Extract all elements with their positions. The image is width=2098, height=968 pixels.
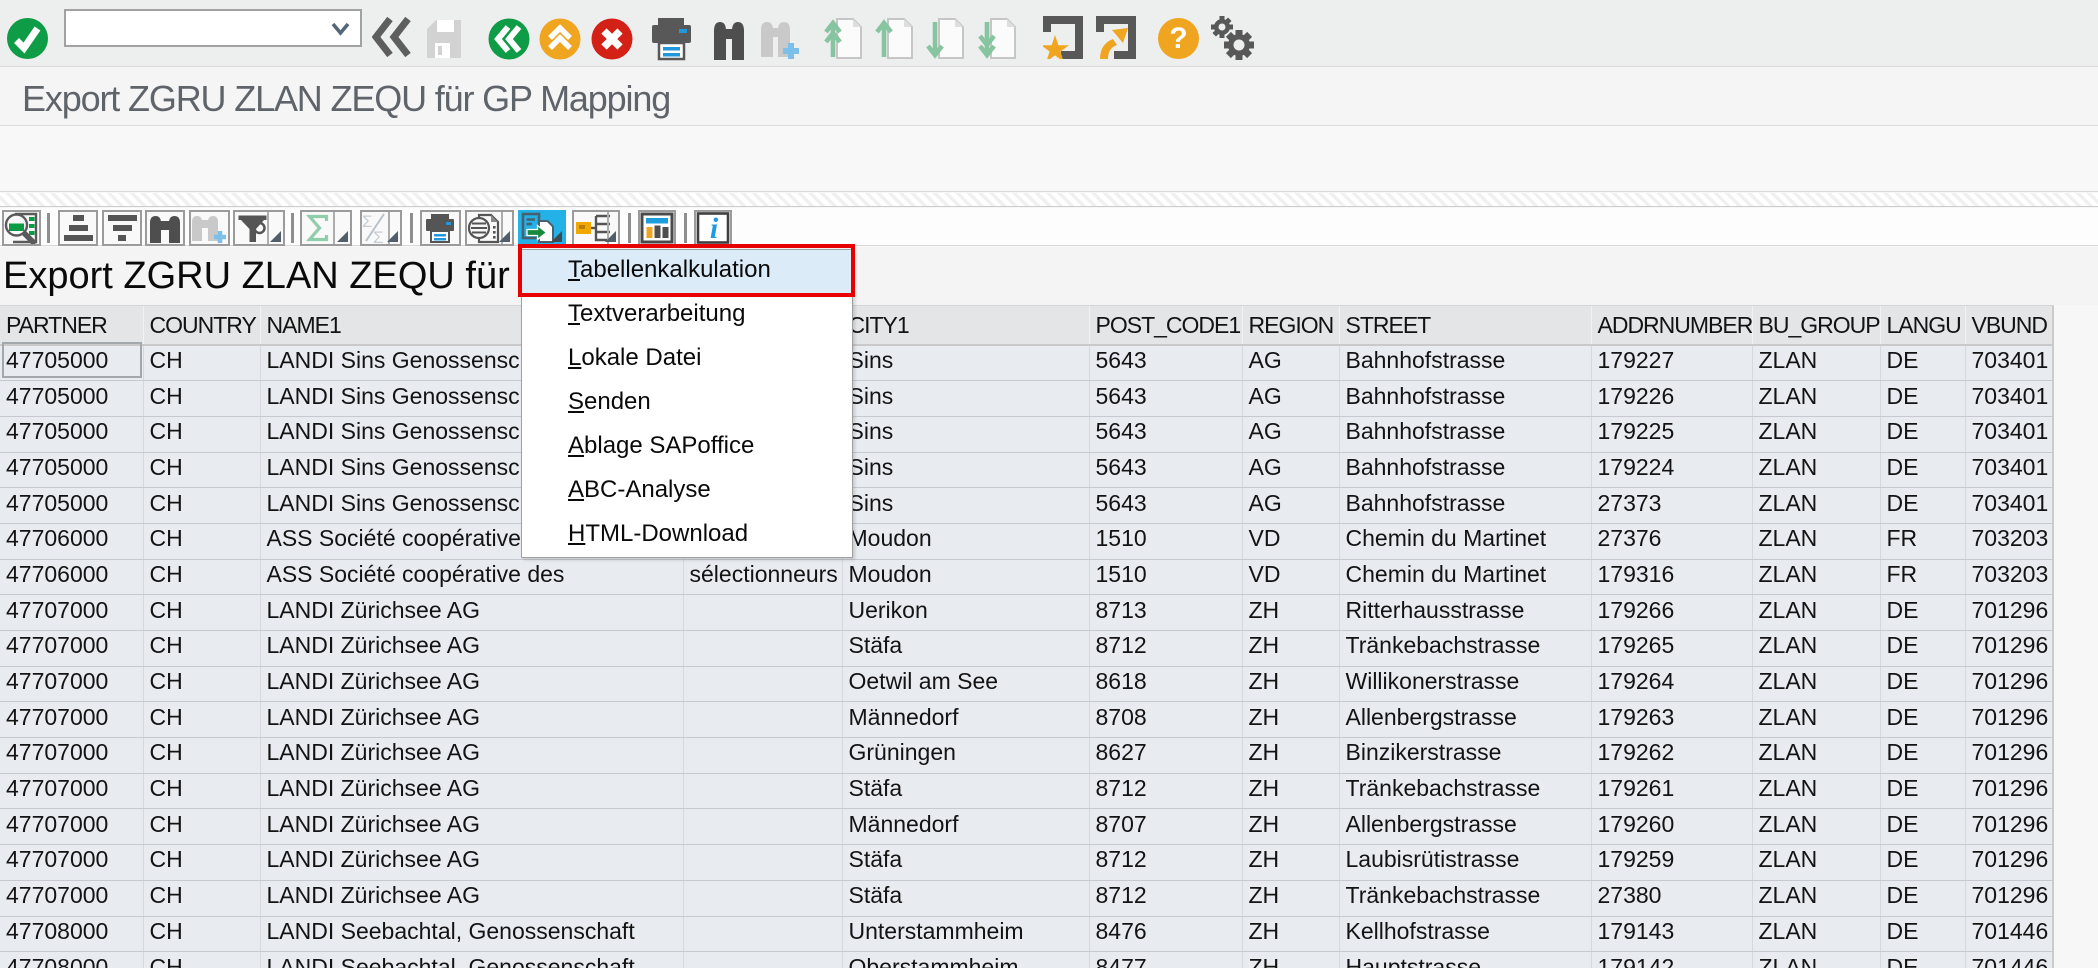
svg-text:i: i: [710, 212, 719, 244]
svg-text:?: ?: [1169, 22, 1187, 55]
svg-text:Σ: Σ: [373, 228, 384, 244]
svg-text:Σ: Σ: [362, 212, 373, 231]
